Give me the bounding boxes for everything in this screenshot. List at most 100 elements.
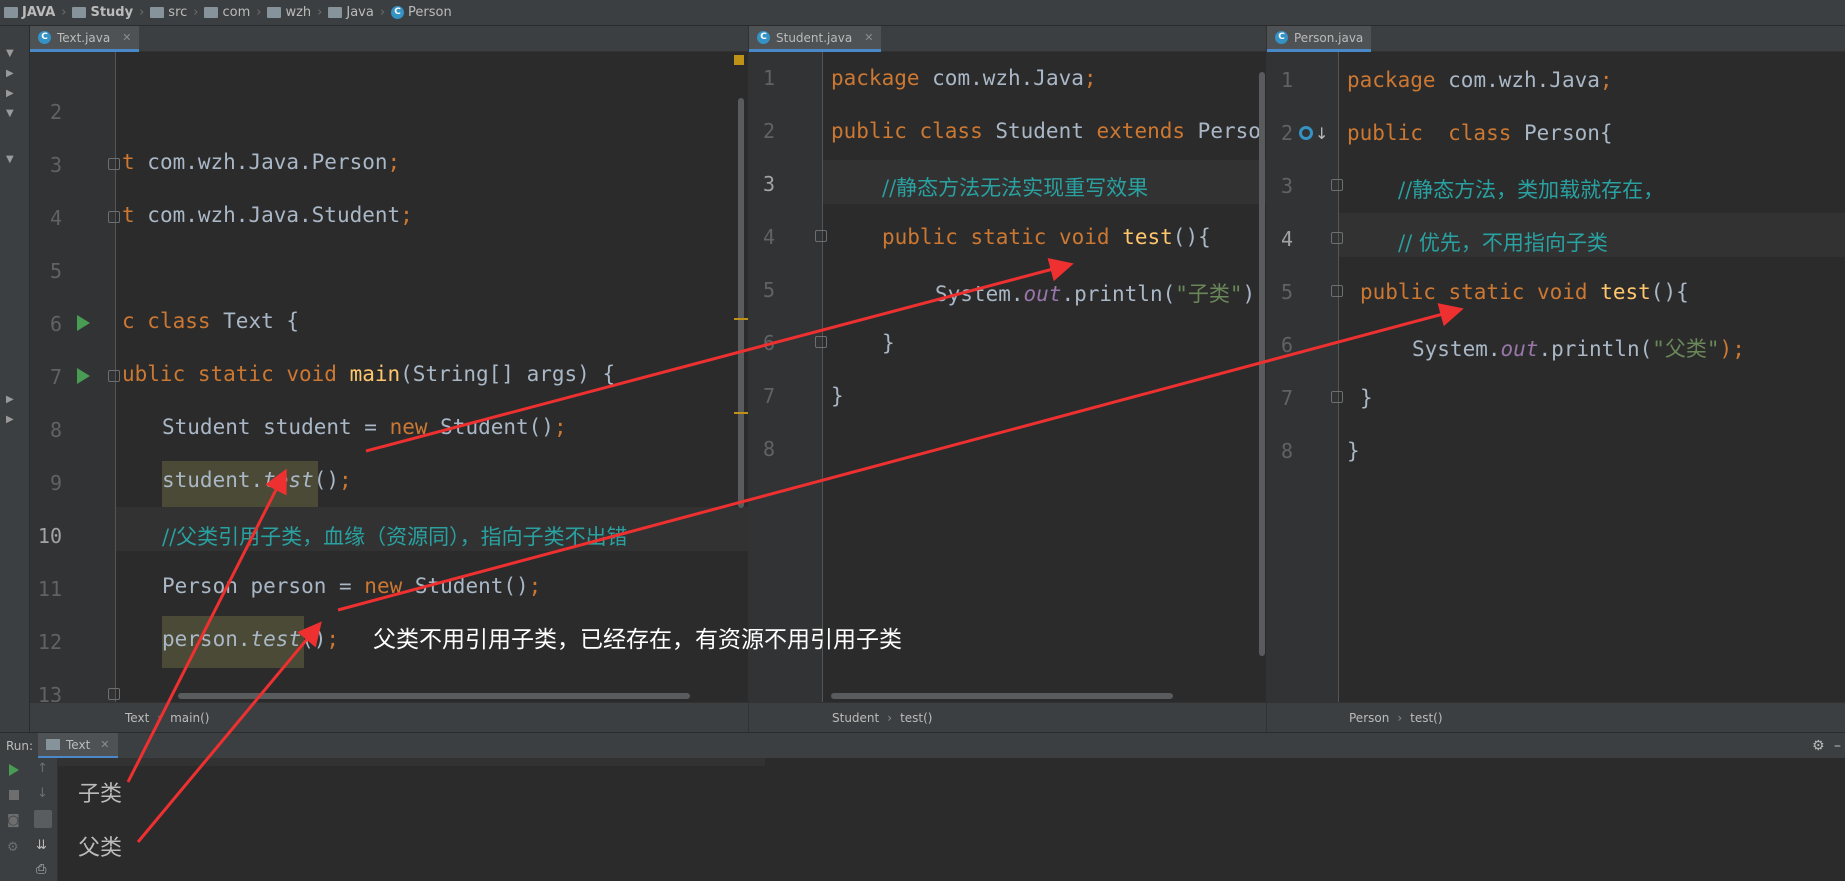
chevron-right-icon: › xyxy=(379,5,386,20)
project-tool-strip: ▼ ▶ ▶ ▼ ▼ ▶ ▶ xyxy=(0,26,30,732)
line-number: 6 xyxy=(1280,333,1293,357)
chevron-right-icon[interactable]: ▶ xyxy=(6,394,14,405)
close-icon[interactable]: ✕ xyxy=(864,31,873,44)
chevron-down-icon[interactable]: ▼ xyxy=(6,48,14,59)
tab-person-java[interactable]: C Person.java xyxy=(1267,26,1372,52)
breadcrumb: JAVA › Study › src › com › wzh › Java › … xyxy=(0,0,1845,26)
rerun-icon[interactable] xyxy=(9,764,19,776)
breadcrumb-item-project[interactable]: JAVA xyxy=(4,5,55,20)
code-line-7: } xyxy=(831,384,844,408)
line-number: 8 xyxy=(49,418,62,442)
footer-crumb-class[interactable]: Person xyxy=(1349,711,1389,725)
line-number: 1 xyxy=(762,66,775,90)
code-line-6: System.out.println("父类"); xyxy=(1412,337,1745,361)
error-stripe-marker[interactable] xyxy=(734,412,748,414)
folder-icon xyxy=(72,7,87,18)
fold-icon[interactable] xyxy=(108,211,120,223)
footer-crumb-method[interactable]: test() xyxy=(1410,711,1442,725)
code-line-5: public static void test(){ xyxy=(1360,280,1689,304)
footer-crumb-method[interactable]: main() xyxy=(170,711,209,725)
chevron-down-icon[interactable]: ▼ xyxy=(6,108,14,119)
code-line-6: c class Text { xyxy=(122,309,300,333)
run-tab-text[interactable]: Text ✕ xyxy=(38,733,118,759)
line-number: 5 xyxy=(1280,280,1293,304)
chevron-right-icon: › xyxy=(61,5,67,20)
fold-icon[interactable] xyxy=(815,336,827,348)
horizontal-scrollbar[interactable] xyxy=(178,693,690,699)
chevron-right-icon: › xyxy=(317,5,323,20)
vertical-scrollbar[interactable] xyxy=(738,98,744,508)
line-number: 3 xyxy=(49,153,62,177)
overridden-method-icon[interactable] xyxy=(1299,126,1313,140)
fold-icon[interactable] xyxy=(815,230,827,242)
chevron-right-icon[interactable]: ▶ xyxy=(6,414,14,425)
fold-icon[interactable] xyxy=(1331,232,1343,244)
code-line-4: // 优先，不用指向子类 xyxy=(1398,231,1608,255)
gear-icon[interactable]: ⚙ xyxy=(1812,738,1825,754)
footer-crumb-class[interactable]: Text xyxy=(125,711,149,725)
fold-icon[interactable] xyxy=(108,688,120,700)
close-icon[interactable]: ✕ xyxy=(122,31,131,44)
code-line-6: } xyxy=(882,331,895,355)
settings-icon[interactable]: ⚙ xyxy=(7,840,19,855)
folder-icon xyxy=(4,7,18,18)
code-line-3: t com.wzh.Java.Person; xyxy=(122,150,401,174)
run-class-icon[interactable] xyxy=(77,315,90,331)
chevron-right-icon: › xyxy=(139,5,145,20)
breadcrumb-item-com[interactable]: com xyxy=(204,5,250,20)
code-line-7: ublic static void main(String[] args) { xyxy=(122,362,616,386)
breadcrumb-item-person[interactable]: C Person xyxy=(391,5,452,20)
line-number: 2 xyxy=(1280,121,1293,145)
console-output-line: 子类 xyxy=(78,782,123,807)
print-icon[interactable]: ⎙ xyxy=(36,862,46,877)
footer-crumb-method[interactable]: test() xyxy=(900,711,932,725)
console-scrollbar[interactable] xyxy=(58,758,765,766)
code-line-3: //静态方法，类加载就存在， xyxy=(1398,178,1665,202)
arrow-down-icon: ↓ xyxy=(1315,124,1329,143)
warning-marker[interactable] xyxy=(734,55,744,65)
chevron-right-icon[interactable]: ▶ xyxy=(6,68,14,79)
run-main-icon[interactable] xyxy=(77,368,90,384)
chevron-right-icon: › xyxy=(157,710,163,725)
close-icon[interactable]: ✕ xyxy=(100,738,109,751)
breadcrumb-item-java[interactable]: Java xyxy=(328,5,374,20)
code-line-4: t com.wzh.Java.Student; xyxy=(122,203,413,227)
console-output-line: 父类 xyxy=(78,836,123,861)
breadcrumb-item-src[interactable]: src xyxy=(150,5,187,20)
arrow-up-icon[interactable]: ↑ xyxy=(37,761,48,776)
minimize-icon[interactable]: – xyxy=(1834,738,1841,754)
line-number: 9 xyxy=(49,471,62,495)
chevron-down-icon[interactable]: ▼ xyxy=(6,154,14,165)
folder-icon xyxy=(267,7,282,18)
code-line-4: public static void test(){ xyxy=(882,225,1211,249)
fold-icon[interactable] xyxy=(1331,391,1343,403)
tab-student-java[interactable]: C Student.java ✕ xyxy=(749,26,882,52)
camera-icon[interactable]: ◙ xyxy=(7,813,20,828)
error-stripe-marker[interactable] xyxy=(734,318,748,320)
line-number: 2 xyxy=(762,119,775,143)
fold-icon[interactable] xyxy=(1331,179,1343,191)
chevron-right-icon: › xyxy=(1397,710,1403,725)
chevron-right-icon[interactable]: ▶ xyxy=(6,88,14,99)
line-number: 5 xyxy=(49,259,62,283)
breadcrumb-item-module[interactable]: Study xyxy=(72,5,133,20)
stop-icon[interactable] xyxy=(9,790,19,800)
arrow-down-icon[interactable]: ↓ xyxy=(37,786,48,801)
line-number: 12 xyxy=(37,630,62,654)
editor-breadcrumb: Text › main() xyxy=(30,702,748,732)
breadcrumb-item-wzh[interactable]: wzh xyxy=(267,5,311,20)
fold-icon[interactable] xyxy=(108,158,120,170)
fold-icon[interactable] xyxy=(108,370,120,382)
code-line-5: System.out.println("子类") xyxy=(935,282,1256,306)
soft-wrap-icon[interactable] xyxy=(34,810,52,828)
tab-text-java[interactable]: C Text.java ✕ xyxy=(30,26,140,52)
code-line-12: person.test(); xyxy=(162,627,340,651)
horizontal-scrollbar[interactable] xyxy=(831,693,1173,699)
vertical-scrollbar[interactable] xyxy=(1259,72,1265,656)
class-icon: C xyxy=(1275,31,1288,44)
code-line-11: Person person = new Student(); xyxy=(162,574,542,598)
chevron-right-icon: › xyxy=(887,710,893,725)
fold-icon[interactable] xyxy=(1331,285,1343,297)
footer-crumb-class[interactable]: Student xyxy=(832,711,879,725)
scroll-to-end-icon[interactable]: ⇊ xyxy=(36,838,47,853)
